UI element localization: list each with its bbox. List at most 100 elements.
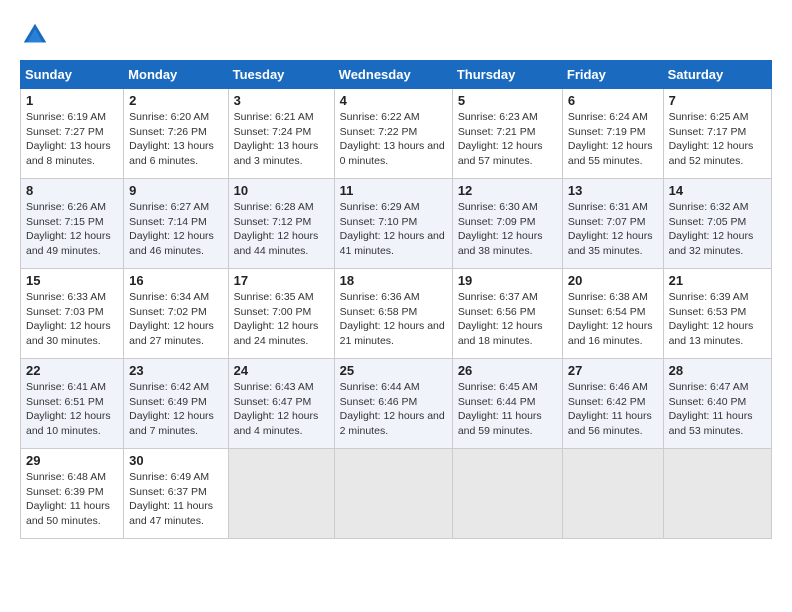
day-number: 26 (458, 363, 557, 378)
day-number: 23 (129, 363, 222, 378)
header-cell-wednesday: Wednesday (334, 61, 452, 89)
day-number: 22 (26, 363, 118, 378)
day-cell: 16 Sunrise: 6:34 AM Sunset: 7:02 PM Dayl… (124, 269, 228, 359)
day-cell (228, 449, 334, 539)
day-number: 12 (458, 183, 557, 198)
day-cell: 1 Sunrise: 6:19 AM Sunset: 7:27 PM Dayli… (21, 89, 124, 179)
day-cell: 18 Sunrise: 6:36 AM Sunset: 6:58 PM Dayl… (334, 269, 452, 359)
day-info: Sunrise: 6:45 AM Sunset: 6:44 PM Dayligh… (458, 380, 557, 439)
day-cell: 4 Sunrise: 6:22 AM Sunset: 7:22 PM Dayli… (334, 89, 452, 179)
day-cell (663, 449, 771, 539)
day-info: Sunrise: 6:46 AM Sunset: 6:42 PM Dayligh… (568, 380, 658, 439)
day-number: 15 (26, 273, 118, 288)
calendar-table: SundayMondayTuesdayWednesdayThursdayFrid… (20, 60, 772, 539)
day-info: Sunrise: 6:29 AM Sunset: 7:10 PM Dayligh… (340, 200, 447, 259)
day-number: 30 (129, 453, 222, 468)
day-cell: 12 Sunrise: 6:30 AM Sunset: 7:09 PM Dayl… (452, 179, 562, 269)
day-cell: 13 Sunrise: 6:31 AM Sunset: 7:07 PM Dayl… (562, 179, 663, 269)
day-info: Sunrise: 6:43 AM Sunset: 6:47 PM Dayligh… (234, 380, 329, 439)
day-number: 21 (669, 273, 766, 288)
header-cell-sunday: Sunday (21, 61, 124, 89)
day-number: 16 (129, 273, 222, 288)
day-info: Sunrise: 6:24 AM Sunset: 7:19 PM Dayligh… (568, 110, 658, 169)
header-cell-friday: Friday (562, 61, 663, 89)
day-info: Sunrise: 6:30 AM Sunset: 7:09 PM Dayligh… (458, 200, 557, 259)
day-number: 6 (568, 93, 658, 108)
day-cell: 17 Sunrise: 6:35 AM Sunset: 7:00 PM Dayl… (228, 269, 334, 359)
day-info: Sunrise: 6:22 AM Sunset: 7:22 PM Dayligh… (340, 110, 447, 169)
day-info: Sunrise: 6:28 AM Sunset: 7:12 PM Dayligh… (234, 200, 329, 259)
day-number: 27 (568, 363, 658, 378)
day-info: Sunrise: 6:48 AM Sunset: 6:39 PM Dayligh… (26, 470, 118, 529)
day-info: Sunrise: 6:25 AM Sunset: 7:17 PM Dayligh… (669, 110, 766, 169)
day-number: 25 (340, 363, 447, 378)
day-info: Sunrise: 6:44 AM Sunset: 6:46 PM Dayligh… (340, 380, 447, 439)
day-number: 3 (234, 93, 329, 108)
day-info: Sunrise: 6:42 AM Sunset: 6:49 PM Dayligh… (129, 380, 222, 439)
logo-icon (20, 20, 50, 50)
day-info: Sunrise: 6:23 AM Sunset: 7:21 PM Dayligh… (458, 110, 557, 169)
header-row: SundayMondayTuesdayWednesdayThursdayFrid… (21, 61, 772, 89)
day-cell: 8 Sunrise: 6:26 AM Sunset: 7:15 PM Dayli… (21, 179, 124, 269)
day-number: 7 (669, 93, 766, 108)
day-info: Sunrise: 6:31 AM Sunset: 7:07 PM Dayligh… (568, 200, 658, 259)
logo (20, 20, 52, 50)
day-cell: 23 Sunrise: 6:42 AM Sunset: 6:49 PM Dayl… (124, 359, 228, 449)
week-row-5: 29 Sunrise: 6:48 AM Sunset: 6:39 PM Dayl… (21, 449, 772, 539)
day-info: Sunrise: 6:34 AM Sunset: 7:02 PM Dayligh… (129, 290, 222, 349)
day-cell: 28 Sunrise: 6:47 AM Sunset: 6:40 PM Dayl… (663, 359, 771, 449)
day-number: 14 (669, 183, 766, 198)
day-cell: 22 Sunrise: 6:41 AM Sunset: 6:51 PM Dayl… (21, 359, 124, 449)
day-cell: 19 Sunrise: 6:37 AM Sunset: 6:56 PM Dayl… (452, 269, 562, 359)
day-cell: 20 Sunrise: 6:38 AM Sunset: 6:54 PM Dayl… (562, 269, 663, 359)
day-cell: 2 Sunrise: 6:20 AM Sunset: 7:26 PM Dayli… (124, 89, 228, 179)
day-cell: 9 Sunrise: 6:27 AM Sunset: 7:14 PM Dayli… (124, 179, 228, 269)
day-cell: 27 Sunrise: 6:46 AM Sunset: 6:42 PM Dayl… (562, 359, 663, 449)
day-cell: 29 Sunrise: 6:48 AM Sunset: 6:39 PM Dayl… (21, 449, 124, 539)
day-info: Sunrise: 6:19 AM Sunset: 7:27 PM Dayligh… (26, 110, 118, 169)
day-cell: 10 Sunrise: 6:28 AM Sunset: 7:12 PM Dayl… (228, 179, 334, 269)
day-number: 4 (340, 93, 447, 108)
header-cell-saturday: Saturday (663, 61, 771, 89)
day-cell: 30 Sunrise: 6:49 AM Sunset: 6:37 PM Dayl… (124, 449, 228, 539)
header-cell-monday: Monday (124, 61, 228, 89)
day-number: 17 (234, 273, 329, 288)
day-cell: 24 Sunrise: 6:43 AM Sunset: 6:47 PM Dayl… (228, 359, 334, 449)
header-cell-tuesday: Tuesday (228, 61, 334, 89)
day-info: Sunrise: 6:21 AM Sunset: 7:24 PM Dayligh… (234, 110, 329, 169)
day-cell: 7 Sunrise: 6:25 AM Sunset: 7:17 PM Dayli… (663, 89, 771, 179)
day-number: 28 (669, 363, 766, 378)
day-number: 5 (458, 93, 557, 108)
day-number: 9 (129, 183, 222, 198)
day-number: 2 (129, 93, 222, 108)
day-info: Sunrise: 6:32 AM Sunset: 7:05 PM Dayligh… (669, 200, 766, 259)
day-info: Sunrise: 6:39 AM Sunset: 6:53 PM Dayligh… (669, 290, 766, 349)
day-cell (452, 449, 562, 539)
header-cell-thursday: Thursday (452, 61, 562, 89)
week-row-2: 8 Sunrise: 6:26 AM Sunset: 7:15 PM Dayli… (21, 179, 772, 269)
calendar-body: 1 Sunrise: 6:19 AM Sunset: 7:27 PM Dayli… (21, 89, 772, 539)
day-number: 19 (458, 273, 557, 288)
day-number: 10 (234, 183, 329, 198)
day-cell: 26 Sunrise: 6:45 AM Sunset: 6:44 PM Dayl… (452, 359, 562, 449)
day-number: 18 (340, 273, 447, 288)
day-cell: 14 Sunrise: 6:32 AM Sunset: 7:05 PM Dayl… (663, 179, 771, 269)
day-number: 24 (234, 363, 329, 378)
day-number: 1 (26, 93, 118, 108)
day-info: Sunrise: 6:37 AM Sunset: 6:56 PM Dayligh… (458, 290, 557, 349)
day-info: Sunrise: 6:27 AM Sunset: 7:14 PM Dayligh… (129, 200, 222, 259)
day-info: Sunrise: 6:41 AM Sunset: 6:51 PM Dayligh… (26, 380, 118, 439)
day-info: Sunrise: 6:20 AM Sunset: 7:26 PM Dayligh… (129, 110, 222, 169)
day-info: Sunrise: 6:36 AM Sunset: 6:58 PM Dayligh… (340, 290, 447, 349)
day-cell: 15 Sunrise: 6:33 AM Sunset: 7:03 PM Dayl… (21, 269, 124, 359)
calendar-header: SundayMondayTuesdayWednesdayThursdayFrid… (21, 61, 772, 89)
day-info: Sunrise: 6:47 AM Sunset: 6:40 PM Dayligh… (669, 380, 766, 439)
day-info: Sunrise: 6:26 AM Sunset: 7:15 PM Dayligh… (26, 200, 118, 259)
week-row-4: 22 Sunrise: 6:41 AM Sunset: 6:51 PM Dayl… (21, 359, 772, 449)
day-cell: 3 Sunrise: 6:21 AM Sunset: 7:24 PM Dayli… (228, 89, 334, 179)
day-number: 11 (340, 183, 447, 198)
day-cell: 11 Sunrise: 6:29 AM Sunset: 7:10 PM Dayl… (334, 179, 452, 269)
day-number: 8 (26, 183, 118, 198)
day-cell: 25 Sunrise: 6:44 AM Sunset: 6:46 PM Dayl… (334, 359, 452, 449)
day-info: Sunrise: 6:35 AM Sunset: 7:00 PM Dayligh… (234, 290, 329, 349)
